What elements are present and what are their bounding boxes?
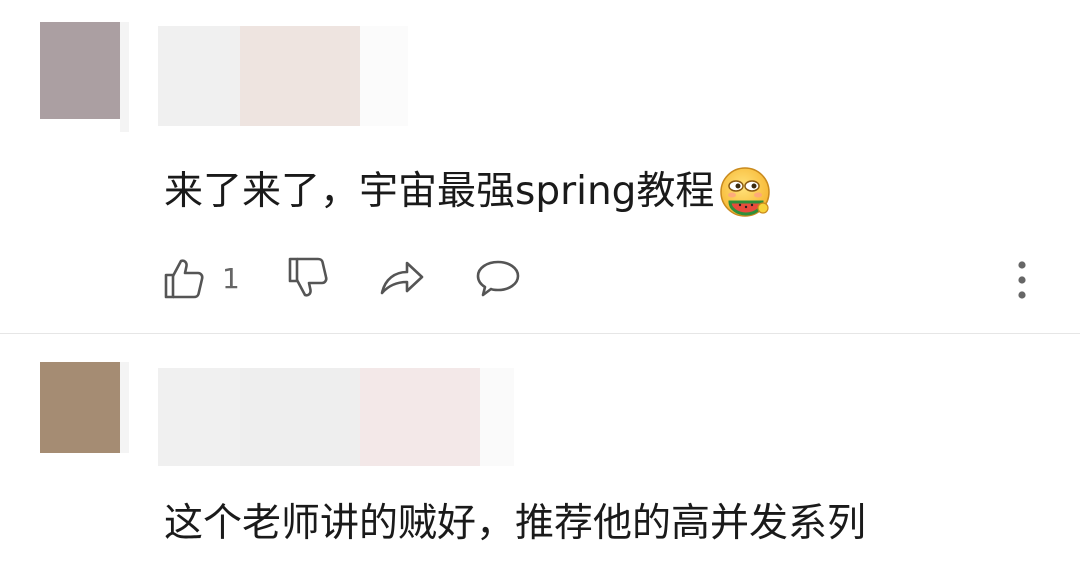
avatar[interactable] xyxy=(40,362,130,472)
blur-segment xyxy=(240,26,360,126)
watermelon-face-emoji-icon xyxy=(720,167,771,217)
username-blurred[interactable] xyxy=(158,368,514,466)
like-button[interactable]: 1 xyxy=(160,252,240,304)
avatar-edge xyxy=(120,22,129,132)
more-vertical-icon xyxy=(1018,261,1026,299)
thumbs-down-icon xyxy=(288,257,328,297)
blur-segment xyxy=(240,368,360,466)
thumbs-up-icon xyxy=(164,259,204,299)
dislike-button[interactable] xyxy=(284,252,330,304)
avatar-edge xyxy=(120,362,129,453)
blur-segment xyxy=(480,368,514,466)
like-count: 1 xyxy=(222,261,240,295)
comment-text-content: 来了来了，宇宙最强spring教程 xyxy=(164,169,715,214)
blur-segment xyxy=(158,26,240,126)
comment-item: 这个老师讲的贼好，推荐他的高并发系列 xyxy=(0,334,1080,570)
avatar-image xyxy=(40,22,120,119)
username-blurred[interactable] xyxy=(158,26,408,126)
comment-item: 来了来了，宇宙最强spring教程 1 xyxy=(0,0,1080,334)
blur-segment xyxy=(360,368,480,466)
comment-text-content: 这个老师讲的贼好，推荐他的高并发系列 xyxy=(164,501,867,546)
comment-bubble-icon xyxy=(476,260,520,297)
share-arrow-icon xyxy=(380,261,424,295)
reply-button[interactable] xyxy=(474,252,522,304)
avatar[interactable] xyxy=(40,22,130,132)
comment-text: 来了来了，宇宙最强spring教程 xyxy=(164,164,774,220)
share-button[interactable] xyxy=(378,252,426,304)
avatar-image xyxy=(40,362,120,453)
more-options-button[interactable] xyxy=(1010,252,1034,304)
comment-actions: 1 xyxy=(160,252,1040,304)
blur-segment xyxy=(360,26,408,126)
comment-text: 这个老师讲的贼好，推荐他的高并发系列 xyxy=(164,498,866,550)
blur-segment xyxy=(158,368,240,466)
